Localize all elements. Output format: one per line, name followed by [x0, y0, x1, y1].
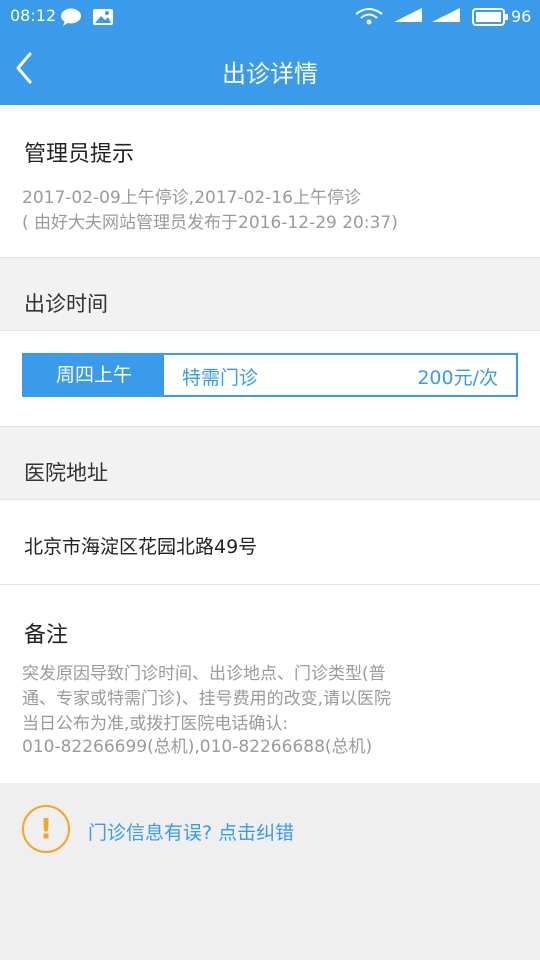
schedule-day: 周四上午 — [24, 355, 164, 395]
admin-notice-card: 管理员提示 2017-02-09上午停诊,2017-02-16上午停诊 ( 由好… — [0, 105, 540, 257]
warning-icon: ! — [22, 805, 70, 853]
remarks-card: 备注 突发原因导致门诊时间、出诊地点、门诊类型(普 通、专家或特需门诊)、挂号费… — [0, 585, 540, 783]
chat-icon — [61, 8, 81, 26]
schedule-section-header: 出诊时间 — [0, 257, 540, 331]
wifi-icon — [355, 8, 383, 25]
schedule-card: 周四上午 特需门诊 200元/次 — [0, 331, 540, 426]
hospital-heading: 医院地址 — [24, 461, 108, 485]
status-time: 08:12 — [10, 6, 57, 25]
battery-level: 96 — [511, 7, 532, 26]
remarks-heading: 备注 — [24, 623, 69, 648]
remarks-line: 010-82266699(总机),010-82266688(总机) — [22, 737, 373, 757]
signal-icon — [432, 8, 460, 22]
admin-notice-heading: 管理员提示 — [24, 142, 135, 167]
image-icon — [93, 9, 113, 25]
report-error-link[interactable]: 门诊信息有误? 点击纠错 — [88, 818, 294, 845]
status-bar: 08:12 96 — [0, 0, 540, 34]
schedule-slot[interactable]: 周四上午 特需门诊 200元/次 — [22, 353, 518, 397]
admin-notice-source: ( 由好大夫网站管理员发布于2016-12-29 20:37) — [22, 213, 398, 233]
app-bar: 出诊详情 — [0, 34, 540, 105]
remarks-line: 当日公布为准,或拨打医院电话确认: — [22, 714, 289, 734]
hospital-section-header: 医院地址 — [0, 426, 540, 500]
signal-icon — [394, 8, 422, 22]
schedule-heading: 出诊时间 — [24, 292, 108, 316]
remarks-line: 通、专家或特需门诊)、挂号费用的改变,请以医院 — [22, 689, 392, 709]
address-card: 北京市海淀区花园北路49号 — [0, 500, 540, 585]
admin-notice-text: 2017-02-09上午停诊,2017-02-16上午停诊 — [22, 188, 361, 208]
battery-icon — [472, 8, 508, 26]
error-report-section: ! 门诊信息有误? 点击纠错 — [0, 783, 540, 960]
clinic-type: 特需门诊 — [182, 367, 259, 389]
clinic-fee: 200元/次 — [417, 367, 498, 389]
remarks-line: 突发原因导致门诊时间、出诊地点、门诊类型(普 — [22, 664, 386, 684]
hospital-address: 北京市海淀区花园北路49号 — [24, 536, 258, 558]
page-title: 出诊详情 — [222, 60, 318, 88]
